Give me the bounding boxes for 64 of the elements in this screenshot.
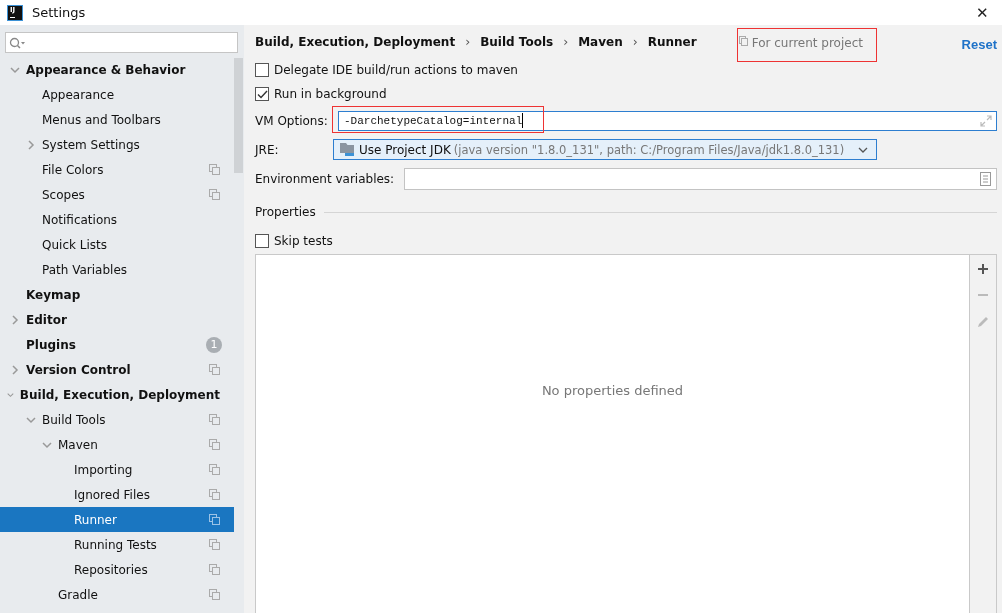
tree-item[interactable]: Scopes [0, 182, 234, 207]
tree-item[interactable]: Plugins 1 [0, 332, 234, 357]
option-checkbox[interactable]: Delegate IDE build/run actions to maven [255, 58, 518, 82]
option-checkbox[interactable]: Run in background [255, 82, 387, 106]
empty-message: No properties defined [541, 383, 684, 398]
field-label: Environment variables: [255, 171, 395, 186]
jre-dropdown[interactable]: Use Project JDK (java version "1.8.0_131", path: C:/Program Files/Java/jdk1.8.0_131) [333, 139, 877, 160]
tree-item[interactable]: File Colors [0, 157, 234, 182]
checked-checkbox[interactable] [255, 87, 269, 101]
environment-field[interactable] [404, 167, 997, 190]
chevron-down-icon[interactable] [42, 439, 52, 450]
document-icon[interactable] [980, 171, 991, 186]
breadcrumb-separator: › [632, 34, 638, 49]
checkbox[interactable] [255, 234, 269, 248]
copy-icon [738, 35, 748, 46]
search-field[interactable] [5, 32, 238, 53]
tree-item[interactable]: Appearance [0, 82, 234, 107]
tree-item[interactable]: Importing [0, 457, 234, 482]
tree-item[interactable]: Repositories [0, 557, 234, 582]
tree-item[interactable]: System Settings [0, 132, 234, 157]
pencil-icon[interactable] [976, 315, 990, 329]
field-label: VM Options: [255, 113, 328, 128]
tree-item[interactable]: Build Tools [0, 407, 234, 432]
add-icon[interactable] [977, 263, 989, 275]
count-badge: 1 [206, 336, 222, 353]
breadcrumb-item: Build Tools [480, 34, 554, 49]
breadcrumb-item: Build, Execution, Deployment [255, 34, 456, 49]
expand-icon[interactable] [980, 114, 992, 127]
option-checkbox[interactable]: Skip tests [255, 229, 333, 253]
tree-item[interactable]: Quick Lists [0, 232, 234, 257]
section-title: Properties [255, 205, 316, 219]
breadcrumb-item: Maven [578, 34, 623, 49]
folder-icon [340, 142, 356, 157]
tree-item[interactable]: Gradle [0, 582, 234, 607]
field-label: JRE: [255, 142, 280, 157]
breadcrumb-item: Runner [647, 34, 697, 49]
tree-item[interactable]: Runner [0, 507, 234, 532]
reset-link[interactable]: Reset [961, 37, 997, 52]
tree-item[interactable]: Menus and Toolbars [0, 107, 234, 132]
tree-item[interactable]: Build, Execution, Deployment [0, 382, 234, 407]
tree-item[interactable]: Keymap [0, 282, 234, 307]
tree-item[interactable]: Running Tests [0, 532, 234, 557]
chevron-down-icon [858, 146, 868, 153]
close-button[interactable]: ✕ [962, 0, 1002, 25]
tree-item[interactable]: Path Variables [0, 257, 234, 282]
window-title: Settings [32, 5, 86, 20]
chevron-right-icon[interactable] [26, 139, 36, 150]
chevron-down-icon[interactable] [10, 64, 20, 75]
tree-item[interactable]: Appearance & Behavior [0, 57, 234, 82]
scrollbar-thumb[interactable] [234, 58, 243, 173]
checkbox[interactable] [255, 63, 269, 77]
chevron-down-icon[interactable] [26, 414, 36, 425]
tree-item[interactable]: Editor [0, 307, 234, 332]
tree-item[interactable]: Ignored Files [0, 482, 234, 507]
search-icon [9, 36, 27, 49]
tree-item[interactable]: Notifications [0, 207, 234, 232]
breadcrumb-separator: › [563, 34, 569, 49]
chevron-right-icon[interactable] [10, 314, 20, 325]
breadcrumb-separator: › [465, 34, 471, 49]
scope-label: For current project [751, 35, 863, 50]
tree-item[interactable]: Version Control [0, 357, 234, 382]
chevron-right-icon[interactable] [10, 364, 20, 375]
tree-item[interactable]: Maven [0, 432, 234, 457]
vm-options-field[interactable]: -DarchetypeCatalog=internal [338, 110, 997, 131]
